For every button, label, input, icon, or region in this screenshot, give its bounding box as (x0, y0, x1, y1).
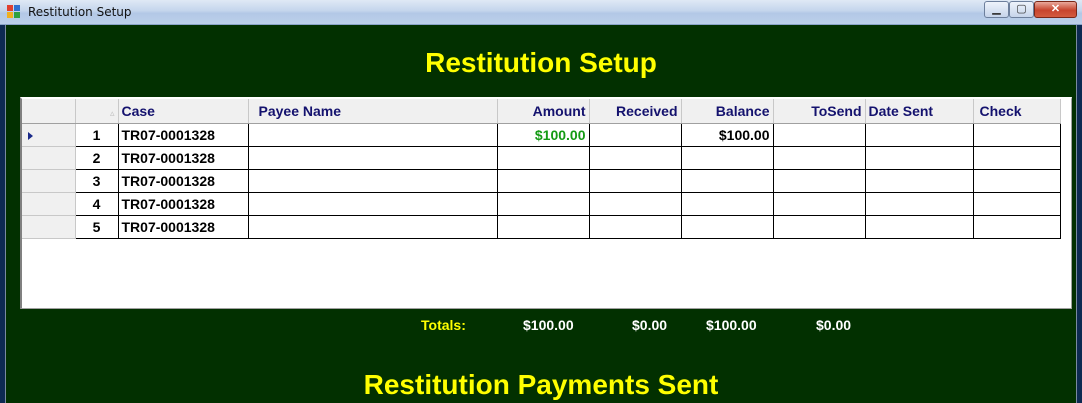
column-header-case[interactable]: Case (118, 99, 249, 124)
minimize-icon: ▁ (992, 3, 1001, 15)
sort-indicator-icon: ▵ (109, 108, 115, 118)
row-number-cell: 5 (74, 215, 119, 239)
payee-name-cell[interactable] (247, 123, 498, 147)
table-row[interactable]: 2 TR07-0001328 (22, 146, 1061, 170)
main-panel: Restitution Setup ▵ Case Payee Name Amou… (5, 25, 1077, 403)
restitution-table: ▵ Case Payee Name Amount Received Balanc… (22, 99, 1061, 239)
row-number-cell: 3 (74, 169, 119, 193)
window-title: Restitution Setup (28, 5, 132, 19)
payee-name-cell[interactable] (247, 192, 498, 216)
grid-header-row: ▵ Case Payee Name Amount Received Balanc… (22, 99, 1061, 124)
balance-cell[interactable] (680, 146, 774, 170)
column-header-amount[interactable]: Amount (497, 99, 590, 124)
minimize-button[interactable]: ▁ (984, 1, 1009, 18)
close-icon: ✕ (1050, 3, 1061, 15)
date-sent-cell[interactable] (864, 146, 974, 170)
balance-cell[interactable] (680, 169, 774, 193)
row-number-cell: 1 (74, 123, 119, 147)
table-row[interactable]: 4 TR07-0001328 (22, 192, 1061, 216)
row-selector[interactable] (22, 169, 76, 193)
date-sent-cell[interactable] (864, 192, 974, 216)
date-sent-cell[interactable] (864, 169, 974, 193)
balance-cell[interactable] (680, 215, 774, 239)
check-cell[interactable] (972, 215, 1061, 239)
column-header-received[interactable]: Received (589, 99, 682, 124)
restitution-grid[interactable]: ▵ Case Payee Name Amount Received Balanc… (20, 97, 1072, 309)
column-header-tosend[interactable]: ToSend (773, 99, 866, 124)
received-cell[interactable] (588, 146, 682, 170)
tosend-cell[interactable] (772, 215, 866, 239)
row-selector[interactable] (22, 192, 76, 216)
amount-cell[interactable] (496, 169, 590, 193)
total-amount: $100.00 (523, 317, 574, 333)
date-sent-cell[interactable] (864, 215, 974, 239)
received-cell[interactable] (588, 215, 682, 239)
app-icon (7, 5, 21, 19)
check-cell[interactable] (972, 169, 1061, 193)
received-cell[interactable] (588, 123, 682, 147)
amount-cell[interactable] (496, 215, 590, 239)
totals-label: Totals: (421, 317, 466, 333)
total-balance: $100.00 (706, 317, 757, 333)
window-titlebar[interactable]: Restitution Setup ▁ ▢ ✕ (0, 0, 1082, 25)
case-cell[interactable]: TR07-0001328 (117, 146, 249, 170)
check-cell[interactable] (972, 146, 1061, 170)
check-cell[interactable] (972, 123, 1061, 147)
date-sent-cell[interactable] (864, 123, 974, 147)
column-header-date-sent[interactable]: Date Sent (865, 99, 974, 124)
maximize-icon: ▢ (1016, 3, 1027, 15)
column-header-check[interactable]: Check (973, 99, 1061, 124)
table-row[interactable]: 1 TR07-0001328 $100.00 $100.00 (22, 123, 1061, 147)
balance-cell[interactable]: $100.00 (680, 123, 774, 147)
tosend-cell[interactable] (772, 169, 866, 193)
payee-name-cell[interactable] (247, 169, 498, 193)
table-row[interactable]: 3 TR07-0001328 (22, 169, 1061, 193)
column-header-balance[interactable]: Balance (681, 99, 774, 124)
row-selector[interactable] (22, 215, 76, 239)
case-cell[interactable]: TR07-0001328 (117, 192, 249, 216)
column-header-payee-name[interactable]: Payee Name (248, 99, 498, 124)
maximize-button[interactable]: ▢ (1009, 1, 1034, 18)
total-received: $0.00 (632, 317, 668, 333)
tosend-cell[interactable] (772, 192, 866, 216)
table-row[interactable]: 5 TR07-0001328 (22, 215, 1061, 239)
payments-sent-heading: Restitution Payments Sent (363, 369, 719, 400)
tosend-cell[interactable] (772, 123, 866, 147)
row-header-corner[interactable] (22, 99, 76, 124)
payee-name-cell[interactable] (247, 215, 498, 239)
row-number-cell: 4 (74, 192, 119, 216)
row-number-cell: 2 (74, 146, 119, 170)
balance-cell[interactable] (680, 192, 774, 216)
setup-heading: Restitution Setup (425, 47, 657, 78)
received-cell[interactable] (588, 192, 682, 216)
case-cell[interactable]: TR07-0001328 (117, 169, 249, 193)
check-cell[interactable] (972, 192, 1061, 216)
payee-name-cell[interactable] (247, 146, 498, 170)
tosend-cell[interactable] (772, 146, 866, 170)
case-cell[interactable]: TR07-0001328 (117, 215, 249, 239)
amount-cell[interactable] (496, 146, 590, 170)
row-selector[interactable] (22, 123, 76, 147)
row-selector[interactable] (22, 146, 76, 170)
close-button[interactable]: ✕ (1034, 1, 1077, 18)
amount-cell[interactable] (496, 192, 590, 216)
total-tosend: $0.00 (816, 317, 852, 333)
case-cell[interactable]: TR07-0001328 (117, 123, 249, 147)
row-number-header[interactable]: ▵ (75, 99, 119, 124)
row-selector-arrow-icon (28, 132, 33, 140)
amount-cell[interactable]: $100.00 (496, 123, 590, 147)
received-cell[interactable] (588, 169, 682, 193)
